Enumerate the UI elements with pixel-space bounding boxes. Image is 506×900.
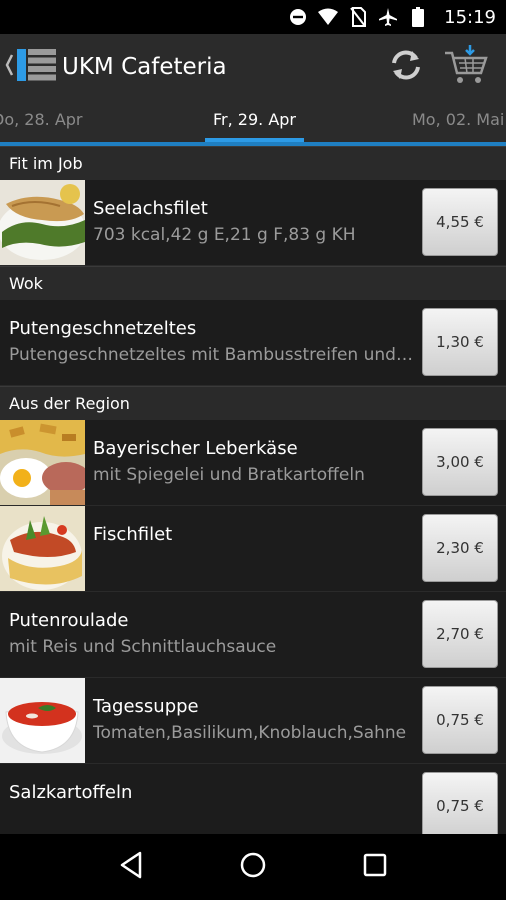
price-button[interactable]: 3,00 € (422, 428, 498, 496)
item-name: Fischfilet (93, 524, 173, 545)
item-description: Putengeschnetzeltes mit Bambusstreifen u… (9, 345, 414, 365)
tab-next-day[interactable]: Mo, 02. Mai (412, 100, 504, 142)
price-button[interactable]: 2,70 € (422, 600, 498, 668)
item-text: Putengeschnetzeltes Putengeschnetzeltes … (9, 318, 414, 365)
wifi-icon (318, 7, 339, 27)
item-text: Bayerischer Leberkäse mit Spiegelei und … (93, 438, 414, 485)
item-description: Tomaten,Basilikum,Knoblauch,Sahne (93, 723, 407, 743)
price-button[interactable]: 2,30 € (422, 514, 498, 582)
item-name: Putenroulade (9, 610, 129, 631)
app-title: UKM Cafeteria (62, 54, 227, 80)
refresh-button[interactable] (376, 34, 436, 100)
menu-item[interactable]: Fischfilet 2,30 € (0, 506, 506, 592)
dnd-icon (288, 7, 308, 27)
item-name: Putengeschnetzeltes (9, 318, 197, 339)
price-button[interactable]: 0,75 € (422, 772, 498, 834)
date-tabs: Do, 28. Apr Fr, 29. Apr Mo, 02. Mai (0, 100, 506, 146)
dish-image (0, 678, 85, 763)
system-nav-bar (0, 834, 506, 900)
menu-item[interactable]: Bayerischer Leberkäse mit Spiegelei und … (0, 420, 506, 506)
nav-back-icon (118, 851, 144, 883)
item-name: Tagessuppe (93, 696, 199, 717)
menu-item[interactable]: Seelachsfilet 703 kcal,42 g E,21 g F,83 … (0, 180, 506, 266)
item-description: 703 kcal,42 g E,21 g F,83 g KH (93, 225, 356, 245)
nav-back-button[interactable] (106, 842, 156, 892)
nav-recents-button[interactable] (350, 842, 400, 892)
item-name: Seelachsfilet (93, 198, 208, 219)
item-text: Tagessuppe Tomaten,Basilikum,Knoblauch,S… (93, 696, 414, 743)
tab-prev-day[interactable]: Do, 28. Apr (0, 100, 83, 142)
refresh-icon (388, 47, 424, 87)
battery-icon (408, 7, 428, 27)
item-description: mit Spiegelei und Bratkartoffeln (93, 465, 365, 485)
item-name: Bayerischer Leberkäse (93, 438, 298, 459)
item-text: Seelachsfilet 703 kcal,42 g E,21 g F,83 … (93, 198, 414, 245)
section-header: Wok (0, 266, 506, 300)
no-sim-icon (348, 7, 368, 27)
nav-recents-icon (363, 853, 387, 881)
item-text: Putenroulade mit Reis und Schnittlauchsa… (9, 610, 414, 657)
price-button[interactable]: 0,75 € (422, 686, 498, 754)
menu-item[interactable]: Putengeschnetzeltes Putengeschnetzeltes … (0, 300, 506, 386)
menu-item[interactable]: Tagessuppe Tomaten,Basilikum,Knoblauch,S… (0, 678, 506, 764)
airplane-icon (378, 7, 398, 27)
tab-indicator (205, 138, 304, 142)
nav-home-button[interactable] (228, 842, 278, 892)
app-bar: UKM Cafeteria (0, 34, 506, 100)
dish-image (0, 420, 85, 505)
cart-icon (443, 43, 489, 91)
item-name: Salzkartoffeln (9, 782, 133, 803)
item-text: Fischfilet (93, 524, 414, 551)
dish-image (0, 506, 85, 591)
item-description: mit Reis und Schnittlauchsauce (9, 637, 277, 657)
menu-item[interactable]: Salzkartoffeln 0,75 € (0, 764, 506, 834)
dish-image (0, 180, 85, 265)
section-header: Fit im Job (0, 146, 506, 180)
back-button[interactable] (0, 34, 62, 100)
section-header: Aus der Region (0, 386, 506, 420)
menu-item[interactable]: Putenroulade mit Reis und Schnittlauchsa… (0, 592, 506, 678)
price-button[interactable]: 1,30 € (422, 308, 498, 376)
price-button[interactable]: 4,55 € (422, 188, 498, 256)
menu-list[interactable]: Fit im Job Seelachsfilet 703 kcal,42 g E… (0, 146, 506, 834)
tab-label: Mo, 02. Mai (412, 110, 505, 129)
nav-home-icon (239, 851, 267, 883)
item-text: Salzkartoffeln (9, 782, 414, 809)
status-bar: 15:19 (0, 0, 506, 34)
back-icon (4, 43, 60, 91)
tab-label: Do, 28. Apr (0, 110, 83, 129)
cart-button[interactable] (436, 34, 496, 100)
clock: 15:19 (444, 6, 496, 28)
tab-current-day[interactable]: Fr, 29. Apr (205, 100, 304, 142)
tab-label: Fr, 29. Apr (213, 110, 296, 129)
